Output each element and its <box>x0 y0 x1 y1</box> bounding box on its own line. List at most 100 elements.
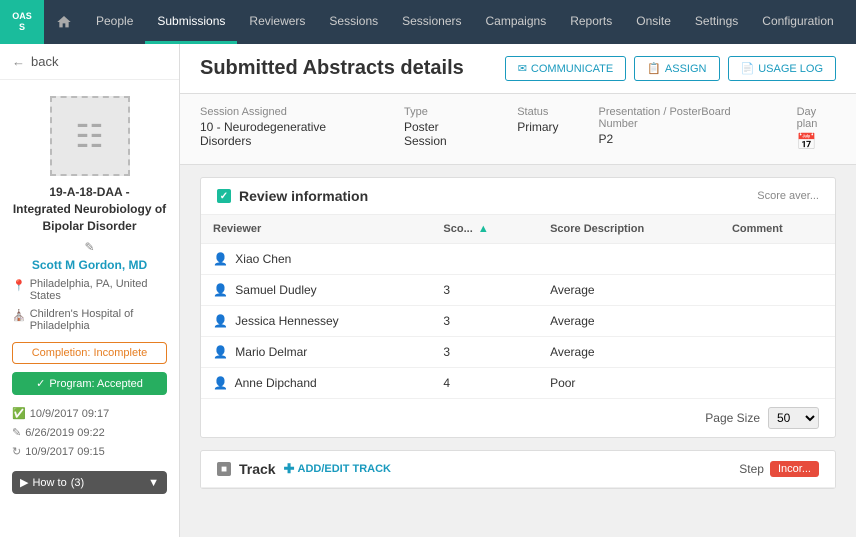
review-section: ✓ Review information Score aver... Revie… <box>200 177 836 438</box>
col-comment[interactable]: Comment <box>720 215 835 244</box>
score-average: Score aver... <box>757 190 819 202</box>
date-modified-icon: ✎ <box>12 424 21 443</box>
reviewer-description: Average <box>538 306 720 337</box>
assign-button[interactable]: 📋 ASSIGN <box>634 56 719 81</box>
header-actions: ✉ COMMUNICATE 📋 ASSIGN 📄 USAGE LOG <box>505 56 836 81</box>
logo-text: OASS <box>12 11 32 33</box>
email-icon: ✉ <box>518 62 527 75</box>
document-icon: ☷ <box>75 117 104 155</box>
back-arrow-icon: ← <box>12 54 25 69</box>
reviewer-person-icon: 👤 <box>213 314 228 328</box>
date-created-icon: ✅ <box>12 405 26 424</box>
author-name[interactable]: Scott M Gordon, MD <box>0 256 179 274</box>
type-detail: Type Poster Session <box>404 106 477 152</box>
table-row: 👤 Mario Delmar 3 Average <box>201 337 835 368</box>
nav-logo[interactable]: OASS <box>0 0 44 44</box>
reviewer-person-icon: 👤 <box>213 376 228 390</box>
reviewer-name: 👤 Xiao Chen <box>201 244 431 275</box>
table-row: 👤 Xiao Chen <box>201 244 835 275</box>
track-checkbox-icon: ■ <box>217 462 231 476</box>
back-button[interactable]: ← back <box>0 44 179 80</box>
step-badge: Incor... <box>770 461 819 477</box>
program-badge[interactable]: ✓ Program: Accepted <box>12 372 167 395</box>
track-title-group: ■ Track ✚ ADD/EDIT TRACK <box>217 461 391 477</box>
chevron-down-icon: ▼ <box>148 477 159 489</box>
table-row: 👤 Anne Dipchand 4 Poor <box>201 368 835 399</box>
usage-log-button[interactable]: 📄 USAGE LOG <box>728 56 837 81</box>
reviewer-score: 3 <box>431 337 538 368</box>
nav-item-reviewers[interactable]: Reviewers <box>237 0 317 44</box>
location-icon: 📍 <box>12 279 26 292</box>
col-description[interactable]: Score Description <box>538 215 720 244</box>
reviewer-person-icon: 👤 <box>213 252 228 266</box>
reviewer-comment <box>720 306 835 337</box>
reviewer-person-icon: 👤 <box>213 283 228 297</box>
track-title: Track <box>239 461 276 477</box>
abstract-id-title: 19-A-18-DAA - Integrated Neurobiology of… <box>0 184 179 238</box>
main-header: Submitted Abstracts details ✉ COMMUNICAT… <box>180 44 856 94</box>
sort-icon: ▲ <box>478 223 489 235</box>
reviewer-comment <box>720 244 835 275</box>
reviewer-comment <box>720 275 835 306</box>
table-header-row: Reviewer Sco... ▲ Score Description Comm… <box>201 215 835 244</box>
session-assigned-detail: Session Assigned 10 - Neurodegenerative … <box>200 106 364 152</box>
location: 📍 Philadelphia, PA, United States <box>0 274 179 306</box>
sidebar: ← back ☷ 19-A-18-DAA - Integrated Neurob… <box>0 44 180 537</box>
main-content: Submitted Abstracts details ✉ COMMUNICAT… <box>180 44 856 537</box>
completion-badge[interactable]: Completion: Incomplete <box>12 342 167 364</box>
track-step: Step Incor... <box>739 461 819 477</box>
howto-button[interactable]: ▶ How to (3) ▼ <box>12 471 167 494</box>
log-icon: 📄 <box>741 62 755 75</box>
review-section-header: ✓ Review information Score aver... <box>201 178 835 215</box>
nav-item-analytics[interactable]: Analytics <box>846 0 856 44</box>
status-detail: Status Primary <box>517 106 558 152</box>
review-table: Reviewer Sco... ▲ Score Description Comm… <box>201 215 835 399</box>
calendar-icon: 📅 <box>797 134 817 151</box>
nav-item-sessions[interactable]: Sessions <box>317 0 390 44</box>
reviewer-name: 👤 Mario Delmar <box>201 337 431 368</box>
reviewer-comment <box>720 368 835 399</box>
nav-item-onsite[interactable]: Onsite <box>624 0 683 44</box>
nav-item-submissions[interactable]: Submissions <box>145 0 237 44</box>
content-area: ✓ Review information Score aver... Revie… <box>180 165 856 537</box>
track-section-header: ■ Track ✚ ADD/EDIT TRACK Step Incor... <box>201 451 835 488</box>
nav-item-settings[interactable]: Settings <box>683 0 750 44</box>
reviewer-description: Poor <box>538 368 720 399</box>
nav-item-configuration[interactable]: Configuration <box>750 0 845 44</box>
plus-icon: ✚ <box>284 461 295 477</box>
reviewer-score <box>431 244 538 275</box>
page-size-row: Page Size 50 100 <box>201 399 835 437</box>
reviewer-person-icon: 👤 <box>213 345 228 359</box>
top-navigation: OASS People Submissions Reviewers Sessio… <box>0 0 856 44</box>
table-row: 👤 Samuel Dudley 3 Average <box>201 275 835 306</box>
check-icon: ✓ <box>36 377 45 390</box>
presentation-detail: Presentation / PosterBoard Number P2 <box>599 106 757 152</box>
communicate-button[interactable]: ✉ COMMUNICATE <box>505 56 627 81</box>
date-other-icon: ↻ <box>12 443 21 462</box>
nav-item-sessioners[interactable]: Sessioners <box>390 0 473 44</box>
nav-item-reports[interactable]: Reports <box>558 0 624 44</box>
video-icon: ▶ <box>20 476 28 489</box>
reviewer-score: 4 <box>431 368 538 399</box>
detail-bar: Session Assigned 10 - Neurodegenerative … <box>180 94 856 165</box>
page-size-select[interactable]: 50 100 <box>768 407 819 429</box>
col-score[interactable]: Sco... ▲ <box>431 215 538 244</box>
dates-section: ✅ 10/9/2017 09:17 ✎ 6/26/2019 09:22 ↻ 10… <box>0 399 179 467</box>
avatar: ☷ <box>50 96 130 176</box>
reviewer-description <box>538 244 720 275</box>
nav-item-people[interactable]: People <box>84 0 145 44</box>
review-checkbox-icon: ✓ <box>217 189 231 203</box>
edit-icon[interactable]: ✎ <box>84 240 94 254</box>
hospital: ⛪ Children's Hospital of Philadelphia <box>0 306 179 338</box>
reviewer-score: 3 <box>431 275 538 306</box>
reviewer-description: Average <box>538 275 720 306</box>
reviewer-name: 👤 Anne Dipchand <box>201 368 431 399</box>
col-reviewer[interactable]: Reviewer <box>201 215 431 244</box>
table-row: 👤 Jessica Hennessey 3 Average <box>201 306 835 337</box>
nav-item-campaigns[interactable]: Campaigns <box>474 0 559 44</box>
day-plan-detail: Day plan 📅 <box>797 106 836 152</box>
add-edit-track-button[interactable]: ✚ ADD/EDIT TRACK <box>284 461 391 477</box>
nav-home-button[interactable] <box>44 0 84 44</box>
hospital-icon: ⛪ <box>12 309 26 322</box>
track-section: ■ Track ✚ ADD/EDIT TRACK Step Incor... <box>200 450 836 489</box>
